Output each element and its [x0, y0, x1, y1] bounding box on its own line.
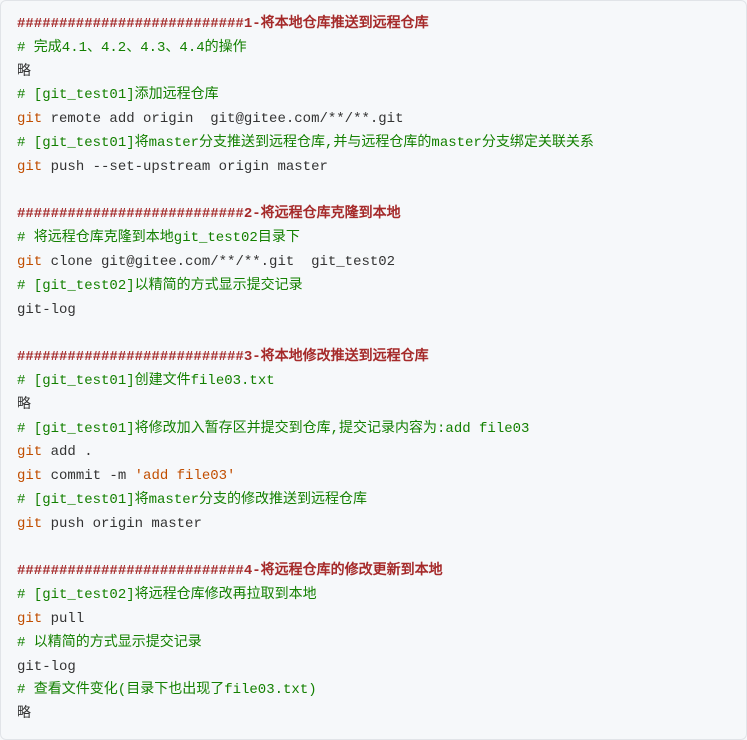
comment-line: # [git_test01]将master分支的修改推送到远程仓库: [17, 489, 730, 513]
blank-line: [17, 180, 730, 204]
omitted-line: 略: [17, 61, 730, 85]
comment-text: # 完成4.1、4.2、4.3、4.4的操作: [17, 40, 247, 56]
header-text: ###########################3-将本地修改推送到远程仓…: [17, 349, 429, 365]
section-header: ###########################2-将远程仓库克隆到本地: [17, 203, 730, 227]
command-line: git-log: [17, 299, 730, 323]
comment-line: # [git_test02]将远程仓库修改再拉取到本地: [17, 584, 730, 608]
git-cmd: git: [17, 159, 42, 175]
git-args: commit -m: [42, 468, 134, 484]
comment-text: # [git_test01]创建文件file03.txt: [17, 373, 275, 389]
command-line: git push --set-upstream origin master: [17, 156, 730, 180]
section-header: ###########################3-将本地修改推送到远程仓…: [17, 346, 730, 370]
comment-text: # [git_test01]将master分支的修改推送到远程仓库: [17, 492, 367, 508]
omitted-text: 略: [17, 64, 31, 80]
git-cmd: git: [17, 444, 42, 460]
git-cmd: git: [17, 111, 42, 127]
git-alias: git-log: [17, 302, 76, 318]
git-args: push origin master: [42, 516, 202, 532]
comment-text: # [git_test01]添加远程仓库: [17, 87, 219, 103]
omitted-line: 略: [17, 394, 730, 418]
comment-line: # 将远程仓库克隆到本地git_test02目录下: [17, 227, 730, 251]
comment-text: # [git_test02]以精简的方式显示提交记录: [17, 278, 303, 294]
git-cmd: git: [17, 611, 42, 627]
comment-text: # 将远程仓库克隆到本地git_test02目录下: [17, 230, 300, 246]
comment-text: # [git_test01]将修改加入暂存区并提交到仓库,提交记录内容为:add…: [17, 421, 529, 437]
git-cmd: git: [17, 516, 42, 532]
command-line: git remote add origin git@gitee.com/**/*…: [17, 108, 730, 132]
header-text: ###########################2-将远程仓库克隆到本地: [17, 206, 401, 222]
git-args: clone git@gitee.com/**/**.git git_test02: [42, 254, 395, 270]
commit-msg: 'add file03': [135, 468, 236, 484]
command-line: git clone git@gitee.com/**/**.git git_te…: [17, 251, 730, 275]
omitted-text: 略: [17, 706, 31, 722]
git-cmd: git: [17, 254, 42, 270]
comment-line: # 查看文件变化(目录下也出现了file03.txt): [17, 679, 730, 703]
comment-line: # 以精简的方式显示提交记录: [17, 632, 730, 656]
comment-line: # [git_test01]将master分支推送到远程仓库,并与远程仓库的ma…: [17, 132, 730, 156]
header-text: ###########################4-将远程仓库的修改更新到…: [17, 563, 443, 579]
comment-text: # 以精简的方式显示提交记录: [17, 635, 202, 651]
blank-line: [17, 322, 730, 346]
command-line: git-log: [17, 656, 730, 680]
git-args: pull: [42, 611, 84, 627]
git-alias: git-log: [17, 659, 76, 675]
comment-line: # [git_test01]添加远程仓库: [17, 84, 730, 108]
command-line: git add .: [17, 441, 730, 465]
comment-text: # 查看文件变化(目录下也出现了file03.txt): [17, 682, 317, 698]
comment-line: # [git_test01]将修改加入暂存区并提交到仓库,提交记录内容为:add…: [17, 418, 730, 442]
command-line: git pull: [17, 608, 730, 632]
git-args: push --set-upstream origin master: [42, 159, 328, 175]
git-cmd: git: [17, 468, 42, 484]
header-text: ###########################1-将本地仓库推送到远程仓…: [17, 16, 429, 32]
section-header: ###########################1-将本地仓库推送到远程仓…: [17, 13, 730, 37]
comment-line: # [git_test02]以精简的方式显示提交记录: [17, 275, 730, 299]
section-header: ###########################4-将远程仓库的修改更新到…: [17, 560, 730, 584]
blank-line: [17, 537, 730, 561]
omitted-line: 略: [17, 703, 730, 727]
command-line: git push origin master: [17, 513, 730, 537]
comment-line: # 完成4.1、4.2、4.3、4.4的操作: [17, 37, 730, 61]
comment-text: # [git_test01]将master分支推送到远程仓库,并与远程仓库的ma…: [17, 135, 594, 151]
omitted-text: 略: [17, 397, 31, 413]
comment-text: # [git_test02]将远程仓库修改再拉取到本地: [17, 587, 317, 603]
git-args: remote add origin git@gitee.com/**/**.gi…: [42, 111, 403, 127]
command-line: git commit -m 'add file03': [17, 465, 730, 489]
git-args: add .: [42, 444, 92, 460]
comment-line: # [git_test01]创建文件file03.txt: [17, 370, 730, 394]
